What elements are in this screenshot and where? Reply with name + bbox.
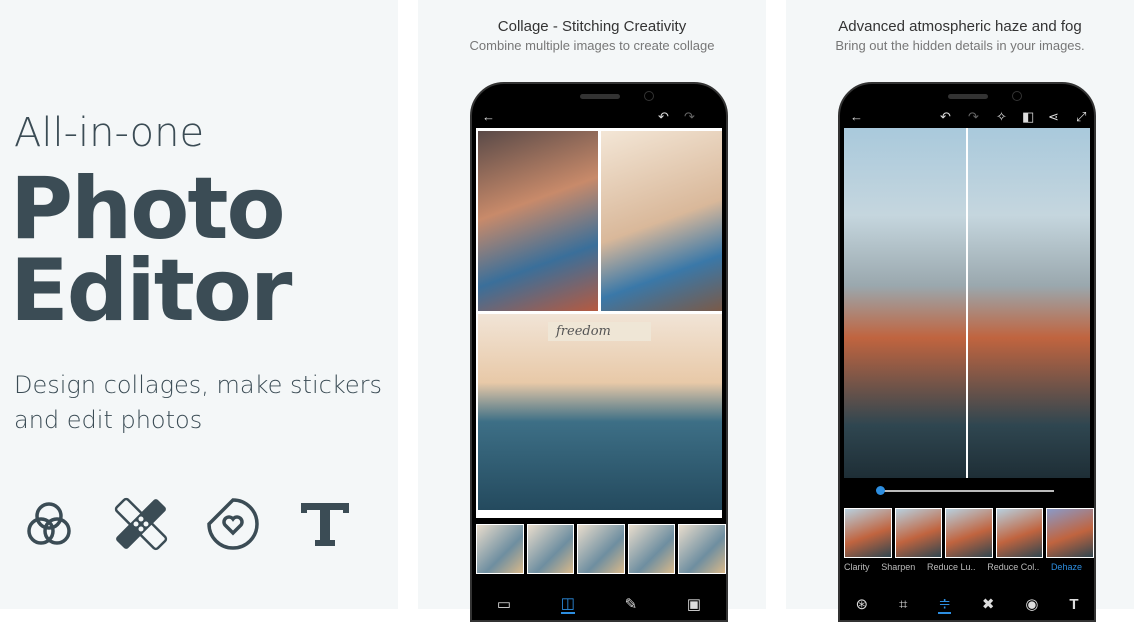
bandage-heal-icon — [114, 497, 168, 551]
collage-photo[interactable]: freedom — [478, 314, 722, 510]
haze-subtitle: Bring out the hidden details in your ima… — [835, 38, 1085, 53]
undo-icon[interactable]: ↶ — [658, 109, 669, 125]
headline-small: All-in-one — [14, 110, 205, 156]
collage-title: Collage - Stitching Creativity — [497, 18, 687, 35]
border-icon[interactable]: ▣ — [687, 595, 701, 613]
looks-icon[interactable]: ⊛ — [855, 595, 868, 613]
layout-thumbnails[interactable] — [476, 524, 726, 578]
haze-panel: Advanced atmospheric haze and fog Bring o… — [786, 0, 1134, 622]
heal-icon[interactable]: ✖ — [982, 595, 995, 613]
collage-photo[interactable] — [601, 131, 722, 311]
back-icon[interactable]: ← — [850, 109, 863, 124]
sticker-text: freedom — [548, 322, 651, 341]
headline-editor: Editor — [10, 241, 292, 341]
eye-icon[interactable]: ◉ — [1025, 595, 1038, 613]
fullscreen-icon[interactable]: ⤢ — [1076, 109, 1086, 125]
aspect-icon[interactable]: ▭ — [497, 595, 511, 613]
magic-wand-icon[interactable]: ✧ — [996, 109, 1007, 125]
dehaze-slider[interactable] — [876, 486, 1054, 495]
promo-subtitle: Design collages, make stickers and edit p… — [14, 368, 382, 438]
text-icon — [301, 503, 349, 546]
compare-divider[interactable] — [966, 128, 968, 478]
mountain-photo — [844, 128, 1090, 478]
haze-title: Advanced atmospheric haze and fog — [838, 18, 1082, 35]
undo-icon[interactable]: ↶ — [940, 109, 951, 125]
adjust-icon[interactable]: ≑ — [938, 594, 951, 614]
collage-panel: Collage - Stitching Creativity Combine mu… — [418, 0, 766, 622]
subtitle-line: and edit photos — [14, 406, 203, 434]
back-icon[interactable]: ← — [482, 109, 495, 124]
filter-dehaze[interactable]: Dehaze — [1051, 562, 1082, 572]
filter-sharpen[interactable]: Sharpen — [881, 562, 915, 572]
redo-icon[interactable]: ↷ — [968, 109, 979, 125]
crop-icon[interactable]: ⌗ — [899, 596, 907, 613]
phone-collage: ← ↶ ↷ freedom ▭ ◫ ✎ ▣ — [470, 82, 728, 622]
promo-panel: All-in-one Photo Editor Design collages,… — [0, 0, 398, 609]
sticker-heart-icon — [207, 498, 259, 550]
filter-reduce-color[interactable]: Reduce Col.. — [987, 562, 1039, 572]
color-circles-icon — [27, 502, 71, 545]
text-icon[interactable]: T — [1069, 596, 1078, 613]
collage-photo[interactable] — [478, 131, 598, 311]
filter-reduce-luminance[interactable]: Reduce Lu.. — [927, 562, 976, 572]
headline-photo: Photo — [10, 159, 286, 259]
layout-icon[interactable]: ◫ — [560, 594, 575, 614]
compare-icon[interactable]: ◧ — [1022, 109, 1034, 125]
phone-haze: ← ↶ ↷ ✧ ◧ ⋖ ⤢ Clarity Sharpen Reduce Lu.. Redu… — [838, 82, 1096, 622]
redo-icon[interactable]: ↷ — [684, 109, 695, 125]
slider-handle[interactable] — [876, 486, 885, 495]
filter-clarity[interactable]: Clarity — [844, 562, 870, 572]
pencil-icon[interactable]: ✎ — [625, 595, 638, 613]
share-icon[interactable]: ⋖ — [1048, 109, 1059, 125]
collage-subtitle: Combine multiple images to create collag… — [469, 38, 715, 53]
subtitle-line: Design collages, make stickers — [14, 371, 382, 399]
